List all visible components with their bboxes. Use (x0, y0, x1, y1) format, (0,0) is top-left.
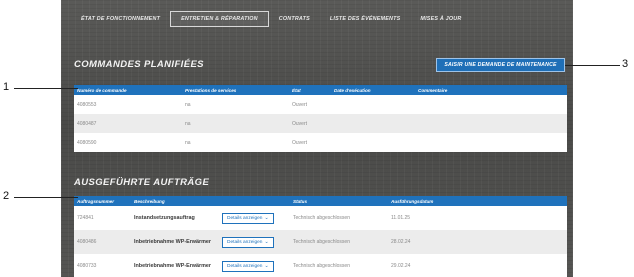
execution-date: 28.02.24 (388, 230, 567, 254)
column-header: Beschreibung (131, 196, 219, 206)
status: Technisch abgeschlossen (290, 230, 388, 254)
details-cell: Details anzeigen ⌄ (219, 206, 290, 230)
callout-1-number: 1 (3, 81, 10, 93)
column-header: Status (290, 196, 388, 206)
execution-date (331, 114, 415, 133)
chevron-down-icon: ⌄ (264, 215, 269, 221)
status: Technisch abgeschlossen (290, 206, 388, 230)
state: Ouvert (289, 133, 331, 152)
execution-date (331, 133, 415, 152)
execution-date (331, 95, 415, 114)
maintenance-request-button[interactable]: SAISIR UNE DEMANDE DE MAINTENANCE (436, 58, 565, 72)
column-header: Prestations de services (182, 85, 289, 95)
planned-orders-title: COMMANDES PLANIFIÉES (74, 59, 204, 70)
column-header: État (289, 85, 331, 95)
app-screen: ÉTAT DE FONCTIONNEMENT ENTRETIEN & RÉPAR… (61, 0, 573, 277)
description: Inbetriebnahme WP-Erwärmer (131, 230, 219, 254)
table-header-row: Auftragsnummer Beschreibung Status Ausfü… (74, 196, 567, 206)
state: Ouvert (289, 114, 331, 133)
details-cell: Details anzeigen ⌄ (219, 254, 290, 277)
tab-updates[interactable]: MISES À JOUR (410, 12, 471, 26)
details-button[interactable]: Details anzeigen ⌄ (222, 260, 274, 272)
service: na (182, 133, 289, 152)
details-button[interactable]: Details anzeigen ⌄ (222, 236, 274, 248)
chevron-down-icon: ⌄ (264, 263, 269, 269)
callout-3-line (565, 65, 620, 66)
column-header: Ausführungsdatum (388, 196, 567, 206)
column-header: Numéro de commande (74, 85, 182, 95)
tab-operating-status[interactable]: ÉTAT DE FONCTIONNEMENT (71, 12, 170, 26)
order-number: 4080487 (74, 114, 182, 133)
column-header: Auftragsnummer (74, 196, 131, 206)
execution-date: 11.01.25 (388, 206, 567, 230)
executed-orders-table: Auftragsnummer Beschreibung Status Ausfü… (74, 196, 567, 277)
callout-1-line (14, 88, 78, 89)
planned-orders-table: Numéro de commande Prestations de servic… (74, 85, 567, 152)
table-row[interactable]: 4080733 Inbetriebnahme WP-Erwärmer Detai… (74, 254, 567, 277)
table-header-row: Numéro de commande Prestations de servic… (74, 85, 567, 95)
executed-orders-title: AUSGEFÜHRTE AUFTRÄGE (74, 177, 210, 188)
table-row[interactable]: 4080590 na Ouvert (74, 133, 567, 152)
chevron-down-icon: ⌄ (264, 239, 269, 245)
order-number: 724841 (74, 206, 131, 230)
column-header (219, 196, 290, 206)
order-number: 4080486 (74, 230, 131, 254)
order-number: 4080590 (74, 133, 182, 152)
callout-2-line (14, 197, 78, 198)
details-button[interactable]: Details anzeigen ⌄ (222, 212, 274, 224)
column-header: Date d'exécution (331, 85, 415, 95)
details-label: Details anzeigen (227, 215, 263, 221)
description: Inbetriebnahme WP-Erwärmer (131, 254, 219, 277)
details-label: Details anzeigen (227, 263, 263, 269)
tab-maintenance-repair[interactable]: ENTRETIEN & RÉPARATION (170, 11, 269, 27)
table-row[interactable]: 4080486 Inbetriebnahme WP-Erwärmer Detai… (74, 230, 567, 254)
table-row[interactable]: 4080487 na Ouvert (74, 114, 567, 133)
callout-2-number: 2 (3, 190, 10, 202)
comment (415, 133, 567, 152)
service: na (182, 95, 289, 114)
comment (415, 95, 567, 114)
tab-event-list[interactable]: LISTE DES ÉVÉNEMENTS (320, 12, 411, 26)
table-row[interactable]: 724841 Instandsetzungsauftrag Details an… (74, 206, 567, 230)
state: Ouvert (289, 95, 331, 114)
top-nav: ÉTAT DE FONCTIONNEMENT ENTRETIEN & RÉPAR… (71, 9, 471, 29)
execution-date: 29.02.24 (388, 254, 567, 277)
status: Technisch abgeschlossen (290, 254, 388, 277)
order-number: 4080553 (74, 95, 182, 114)
details-label: Details anzeigen (227, 239, 263, 245)
table-row[interactable]: 4080553 na Ouvert (74, 95, 567, 114)
comment (415, 114, 567, 133)
details-cell: Details anzeigen ⌄ (219, 230, 290, 254)
tab-contracts[interactable]: CONTRATS (269, 12, 320, 26)
service: na (182, 114, 289, 133)
callout-3-number: 3 (622, 58, 629, 70)
order-number: 4080733 (74, 254, 131, 277)
description: Instandsetzungsauftrag (131, 206, 219, 230)
column-header: Commentaire (415, 85, 567, 95)
